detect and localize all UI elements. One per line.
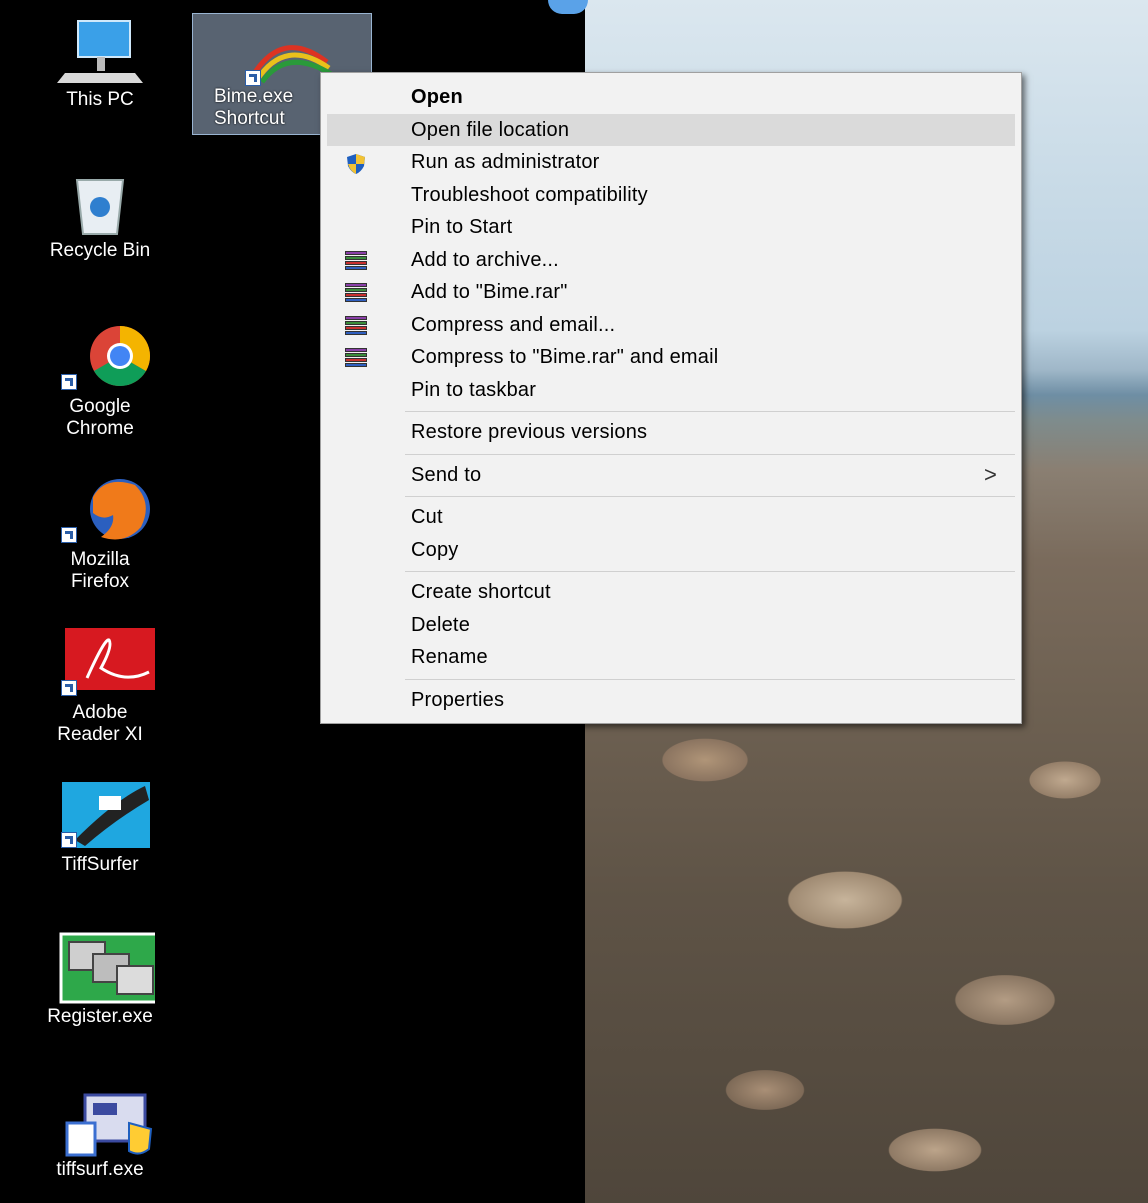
menu-item-copy[interactable]: Copy: [327, 534, 1015, 567]
monitor-icon: [45, 15, 155, 89]
desktop-icon-mozilla-firefox[interactable]: Mozilla Firefox: [25, 475, 175, 593]
icon-label: This PC: [66, 89, 134, 110]
menu-item-compress-and-email[interactable]: Compress and email...: [327, 309, 1015, 342]
menu-item-label: Create shortcut: [411, 581, 551, 603]
winrar-icon: [345, 315, 367, 336]
menu-item-label: Properties: [411, 688, 505, 711]
desktop-icon-tiffsurf-exe[interactable]: tiffsurf.exe: [25, 1085, 175, 1181]
menu-item-compress-to-bime-rar-and-email[interactable]: Compress to "Bime.rar" and email: [327, 341, 1015, 374]
menu-item-restore-previous-versions[interactable]: Restore previous versions: [327, 416, 1015, 449]
recycle-bin-icon: [45, 170, 155, 240]
menu-item-label: Delete: [411, 613, 471, 636]
chrome-icon: [45, 322, 155, 396]
menu-separator: [405, 453, 1015, 455]
menu-item-run-as-administrator[interactable]: Run as administrator: [327, 146, 1015, 179]
desktop-icon-register-exe[interactable]: Register.exe: [25, 932, 179, 1028]
menu-item-label: Send to: [411, 463, 482, 486]
menu-item-label: Open file location: [411, 118, 570, 141]
menu-item-create-shortcut[interactable]: Create shortcut: [327, 576, 1015, 609]
top-edge-indicator: [548, 0, 588, 14]
tiffsurfer-icon: [45, 780, 155, 854]
menu-item-pin-to-start[interactable]: Pin to Start: [327, 211, 1015, 244]
menu-item-rename[interactable]: Rename: [327, 641, 1015, 674]
adobe-reader-icon: [45, 628, 173, 702]
icon-label: tiffsurf.exe: [56, 1159, 144, 1180]
icon-label: Adobe Reader XI: [57, 702, 143, 745]
icon-label: TiffSurfer: [61, 854, 139, 875]
menu-item-label: Run as administrator: [411, 151, 600, 173]
desktop-icon-recycle-bin[interactable]: Recycle Bin: [25, 170, 175, 262]
icon-label: Register.exe: [47, 1006, 153, 1027]
desktop-icon-tiffsurfer[interactable]: TiffSurfer: [25, 780, 175, 876]
menu-item-open[interactable]: Open: [327, 81, 1015, 114]
menu-item-label: Restore previous versions: [411, 421, 648, 443]
desktop-icon-google-chrome[interactable]: Google Chrome: [25, 322, 175, 440]
installer-icon: [45, 1085, 155, 1159]
menu-item-label: Pin to taskbar: [411, 378, 537, 401]
menu-item-open-file-location[interactable]: Open file location: [327, 113, 1015, 146]
icon-label: Recycle Bin: [49, 240, 151, 261]
menu-item-label: Add to archive...: [411, 248, 559, 271]
menu-item-add-to-bime-rar[interactable]: Add to "Bime.rar": [327, 276, 1015, 309]
menu-item-label: Pin to Start: [411, 216, 513, 238]
icon-label: Google Chrome: [66, 396, 134, 439]
shortcut-arrow-icon: [61, 680, 77, 696]
menu-item-label: Add to "Bime.rar": [411, 281, 568, 303]
menu-item-pin-to-taskbar[interactable]: Pin to taskbar: [327, 374, 1015, 407]
register-app-icon: [45, 932, 179, 1006]
menu-separator: [405, 571, 1015, 572]
winrar-icon: [345, 250, 367, 271]
shortcut-arrow-icon: [61, 527, 77, 543]
shortcut-arrow-icon: [61, 374, 77, 390]
menu-item-add-to-archive[interactable]: Add to archive...: [327, 244, 1015, 277]
menu-item-label: Compress and email...: [411, 313, 616, 336]
menu-item-send-to[interactable]: Send to >: [327, 459, 1015, 492]
menu-item-label: Troubleshoot compatibility: [411, 183, 648, 206]
menu-separator: [405, 411, 1015, 412]
menu-item-label: Open: [411, 86, 463, 108]
menu-item-label: Cut: [411, 506, 443, 528]
shortcut-arrow-icon: [61, 832, 77, 848]
icon-label: Mozilla Firefox: [70, 549, 130, 592]
menu-item-label: Rename: [411, 646, 488, 668]
menu-item-label: Compress to "Bime.rar" and email: [411, 346, 719, 368]
desktop-icon-adobe-reader[interactable]: Adobe Reader XI: [25, 628, 175, 746]
shortcut-arrow-icon: [245, 70, 261, 86]
menu-item-properties[interactable]: Properties: [327, 684, 1015, 717]
firefox-icon: [45, 475, 155, 549]
winrar-icon: [345, 283, 367, 303]
menu-item-cut[interactable]: Cut: [327, 501, 1015, 534]
menu-item-troubleshoot-compatibility[interactable]: Troubleshoot compatibility: [327, 179, 1015, 212]
menu-separator: [405, 678, 1015, 680]
desktop-icon-this-pc[interactable]: This PC: [25, 15, 175, 111]
menu-item-delete[interactable]: Delete: [327, 609, 1015, 642]
menu-item-label: Copy: [411, 538, 459, 561]
context-menu: Open Open file location Run as administr…: [320, 72, 1022, 724]
menu-separator: [405, 496, 1015, 497]
winrar-icon: [345, 348, 367, 368]
uac-shield-icon: [345, 153, 367, 174]
chevron-right-icon: >: [983, 461, 997, 487]
